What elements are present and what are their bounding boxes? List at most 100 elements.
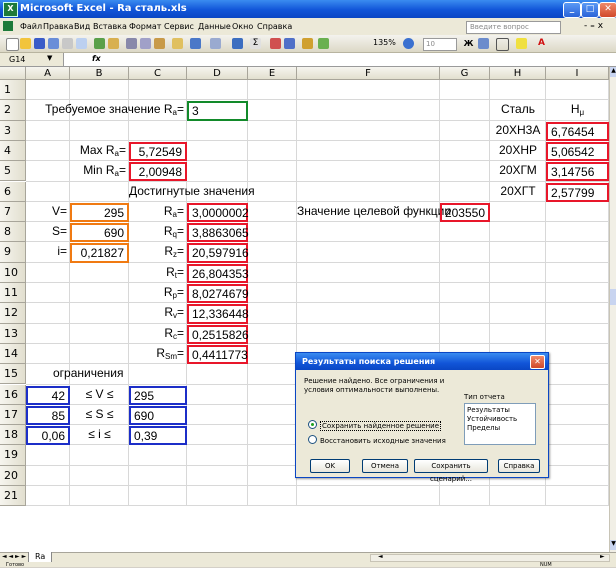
row-header-15[interactable]: 15 <box>0 364 26 385</box>
achieved-values-title[interactable]: Достигнутые значения <box>129 183 255 202</box>
ok-button[interactable]: OK <box>310 459 350 473</box>
row-header-20[interactable]: 20 <box>0 465 26 486</box>
hyperlink-icon[interactable] <box>232 38 243 49</box>
steel-name[interactable]: 20ХН3А <box>490 122 546 141</box>
constraint-relation[interactable]: ≤ S ≤ <box>70 406 129 425</box>
autosum-icon[interactable]: Σ <box>250 38 261 49</box>
hu-header[interactable]: Hμ <box>546 101 609 120</box>
horizontal-scrollbar[interactable] <box>370 554 610 562</box>
scroll-down-icon[interactable]: ▼ <box>610 540 616 550</box>
column-header-g[interactable]: G <box>440 67 490 80</box>
row-header-14[interactable]: 14 <box>0 343 26 365</box>
copy-icon[interactable] <box>140 38 151 49</box>
chart-wizard-icon[interactable] <box>302 38 313 49</box>
menu-insert[interactable]: Вставка <box>93 22 127 31</box>
param-value[interactable]: 0,4411773 <box>187 344 248 365</box>
insert-function-icon[interactable]: fx <box>92 54 101 63</box>
spreadsheet-grid[interactable]: A B C D E F G H I 1 2 3 4 5 6 7 8 9 10 11 12 13 14 15 16 17 18 19 20… <box>0 67 609 552</box>
sheet-nav-buttons[interactable]: ◄ ◄ ► ► <box>2 553 26 560</box>
target-function-value[interactable]: 203550 <box>440 202 490 223</box>
steel-hu-value[interactable]: 2,57799 <box>546 182 609 202</box>
help-icon[interactable] <box>403 38 414 49</box>
row-header-7[interactable]: 7 <box>0 201 26 223</box>
help-button[interactable]: Справка <box>498 459 540 473</box>
menu-tools[interactable]: Сервис <box>164 22 194 31</box>
constraint-low[interactable]: 85 <box>26 405 70 426</box>
redo-icon[interactable] <box>210 38 221 49</box>
menu-window[interactable]: Окно <box>232 22 253 31</box>
row-header-9[interactable]: 9 <box>0 242 26 263</box>
restore-values-radio[interactable]: Восстановить исходные значения <box>308 435 446 445</box>
constraint-low[interactable]: 42 <box>26 385 70 405</box>
cut-icon[interactable] <box>126 38 137 49</box>
constraint-relation[interactable]: ≤ V ≤ <box>70 386 129 405</box>
s-label[interactable]: S= <box>26 223 70 242</box>
spelling-icon[interactable] <box>94 38 105 49</box>
name-box-dropdown-icon[interactable]: ▼ <box>47 54 52 62</box>
menu-view[interactable]: Вид <box>74 22 90 31</box>
row-header-3[interactable]: 3 <box>0 120 26 141</box>
steel-name[interactable]: 20ХГТ <box>490 183 546 202</box>
vertical-scrollbar[interactable]: ▲ ▼ <box>609 67 616 552</box>
param-label[interactable]: Rz= <box>129 243 187 262</box>
param-value[interactable]: 12,336448 <box>187 304 249 324</box>
column-header-a[interactable]: A <box>26 67 70 80</box>
row-header-1[interactable]: 1 <box>0 80 26 101</box>
doc-window-controls[interactable]: - ₌ x <box>584 21 603 31</box>
name-box[interactable]: G14 <box>0 53 64 66</box>
required-value-cell[interactable]: 3 <box>187 101 248 121</box>
dialog-close-button[interactable]: ✕ <box>530 355 545 369</box>
report-item-limits[interactable]: Пределы <box>467 424 533 433</box>
menu-data[interactable]: Данные <box>198 22 231 31</box>
font-size-box[interactable]: 10 <box>423 38 457 51</box>
max-ra-label[interactable]: Max Ra= <box>70 142 129 161</box>
column-header-h[interactable]: H <box>490 67 546 80</box>
steel-hu-value[interactable]: 5,06542 <box>546 141 609 162</box>
param-value[interactable]: 20,597916 <box>187 243 249 263</box>
scroll-thumb[interactable] <box>610 289 616 305</box>
column-header-c[interactable]: C <box>129 67 187 80</box>
ask-question-input[interactable]: Введите вопрос <box>466 21 561 34</box>
required-value-label[interactable]: Требуемое значение Ra= <box>44 101 187 120</box>
drawing-icon[interactable] <box>318 38 329 49</box>
new-icon[interactable] <box>6 38 19 51</box>
row-header-17[interactable]: 17 <box>0 404 26 426</box>
max-ra-value[interactable]: 5,72549 <box>129 141 187 162</box>
close-button[interactable]: ✕ <box>599 2 616 18</box>
row-header-10[interactable]: 10 <box>0 262 26 283</box>
s-value[interactable]: 690 <box>70 223 129 243</box>
font-color-icon[interactable]: A <box>536 38 547 49</box>
bold-icon[interactable]: Ж <box>463 38 474 49</box>
param-label[interactable]: RSm= <box>129 345 187 364</box>
save-icon[interactable] <box>34 38 45 49</box>
zoom-box[interactable]: 135% <box>373 38 396 47</box>
minimize-button[interactable]: _ <box>563 2 581 18</box>
i-value[interactable]: 0,21827 <box>70 243 129 263</box>
v-label[interactable]: V= <box>26 203 70 222</box>
column-header-i[interactable]: I <box>546 67 609 80</box>
steel-hu-value[interactable]: 3,14756 <box>546 162 609 182</box>
sort-descending-icon[interactable] <box>284 38 295 49</box>
param-label[interactable]: Rc= <box>129 325 187 344</box>
cancel-button[interactable]: Отмена <box>362 459 408 473</box>
menu-edit[interactable]: Правка <box>43 22 73 31</box>
constraint-high[interactable]: 690 <box>129 405 187 426</box>
constraint-low[interactable]: 0,06 <box>26 426 70 446</box>
keep-solution-radio[interactable]: Сохранить найденное решение <box>308 420 442 431</box>
column-header-b[interactable]: B <box>70 67 129 80</box>
row-header-16[interactable]: 16 <box>0 384 26 405</box>
param-label[interactable]: Rt= <box>129 264 187 283</box>
i-label[interactable]: i= <box>26 243 70 262</box>
constraints-title[interactable]: ограничения <box>50 365 167 384</box>
research-icon[interactable] <box>108 38 119 49</box>
report-item-sensitivity[interactable]: Устойчивость <box>467 415 533 424</box>
paste-icon[interactable] <box>154 38 165 49</box>
scroll-up-icon[interactable]: ▲ <box>610 67 616 77</box>
steel-hu-value[interactable]: 6,76454 <box>546 121 609 141</box>
constraint-high[interactable]: 0,39 <box>129 426 187 446</box>
param-value[interactable]: 26,804353 <box>187 263 249 283</box>
row-header-18[interactable]: 18 <box>0 425 26 446</box>
param-value[interactable]: 8,0274679 <box>187 284 249 304</box>
workbook-icon[interactable] <box>3 21 13 31</box>
open-icon[interactable] <box>20 38 31 49</box>
